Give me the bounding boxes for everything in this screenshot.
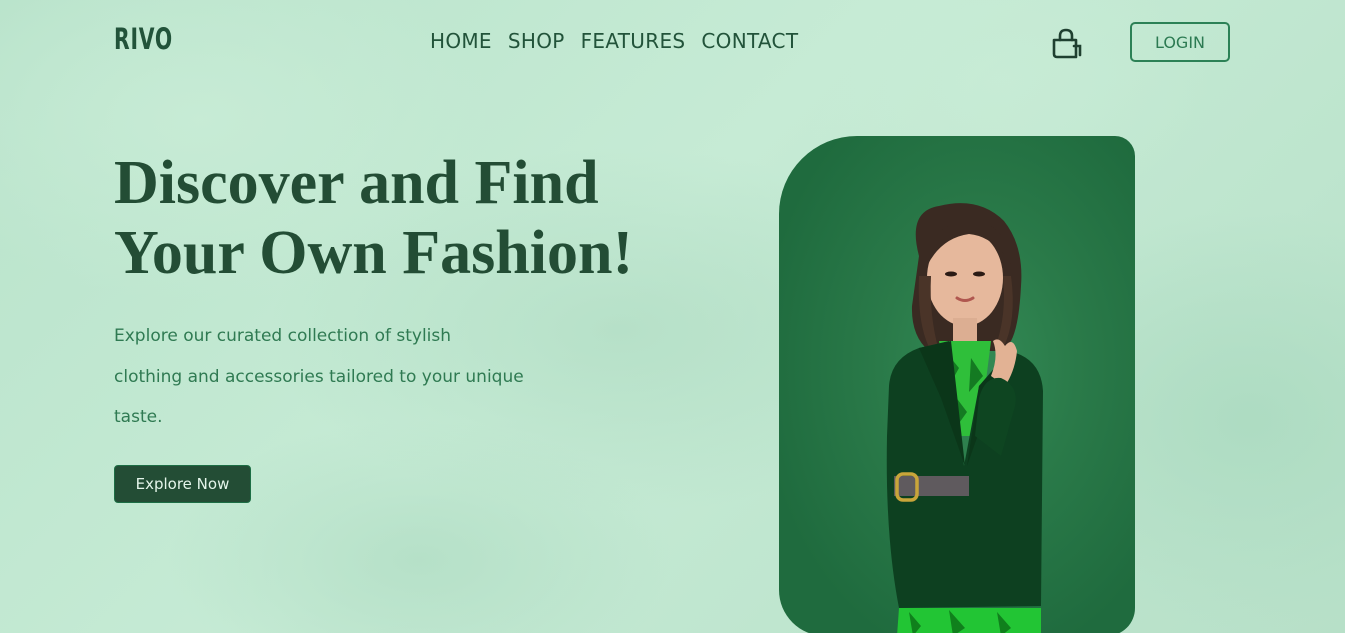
site-header: RIVO HOME SHOP FEATURES CONTACT LOGIN (0, 0, 1345, 84)
hero-title-line-1: Discover and Find (114, 149, 599, 217)
nav-features[interactable]: FEATURES (581, 29, 686, 53)
hero-title: Discover and Find Your Own Fashion! (114, 148, 734, 288)
hero-description: Explore our curated collection of stylis… (114, 326, 524, 427)
model-illustration (886, 203, 1043, 633)
nav-contact[interactable]: CONTACT (701, 29, 798, 53)
hero-title-line-2: Your Own Fashion! (114, 219, 634, 287)
nav-home[interactable]: HOME (430, 29, 492, 53)
shopping-bag-icon[interactable] (1050, 27, 1084, 61)
main-nav: HOME SHOP FEATURES CONTACT (430, 29, 798, 53)
explore-now-button[interactable]: Explore Now (114, 465, 251, 503)
login-button[interactable]: LOGIN (1130, 22, 1230, 62)
hero-image (779, 136, 1135, 633)
nav-shop[interactable]: SHOP (508, 29, 565, 53)
brand-logo[interactable]: RIVO (114, 22, 173, 56)
